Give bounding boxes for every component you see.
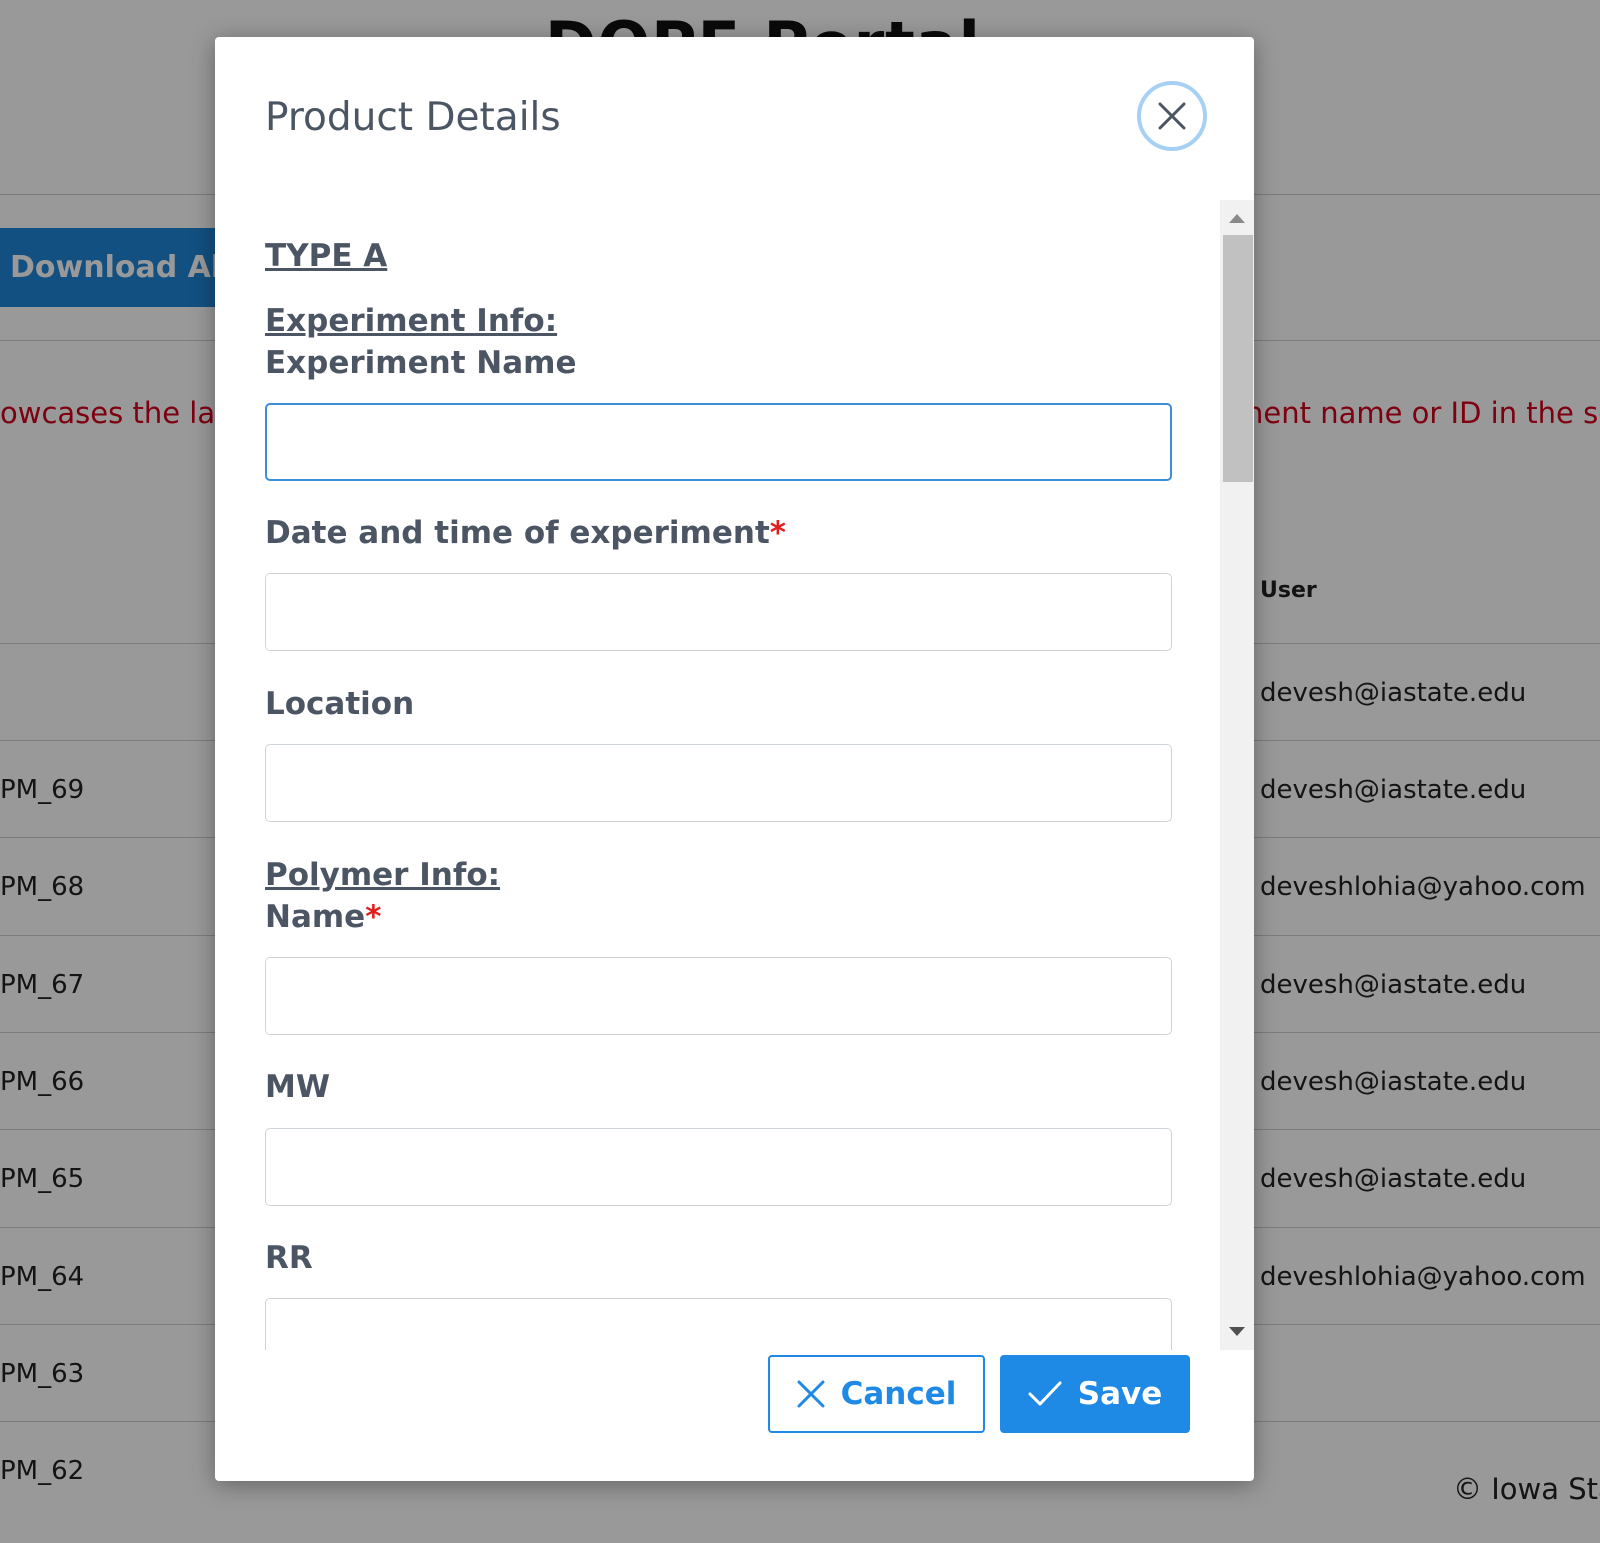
location-label-text: Location: [265, 686, 415, 722]
polymer-info-heading: Polymer Info:: [265, 857, 501, 893]
datetime-label-text: Date and time of experiment: [265, 515, 770, 551]
datetime-label: Date and time of experiment*: [265, 515, 786, 551]
cancel-label: Cancel: [840, 1376, 957, 1412]
scroll-down-arrow-icon[interactable]: [1229, 1327, 1245, 1336]
polymer-name-label: Name*: [265, 899, 381, 935]
type-heading: TYPE A: [265, 238, 388, 274]
form-scrollbar[interactable]: [1220, 200, 1254, 1350]
mw-label: MW: [265, 1069, 330, 1105]
mw-input[interactable]: [265, 1128, 1172, 1206]
close-icon: [1158, 102, 1186, 130]
required-marker: *: [769, 515, 786, 551]
mw-label-text: MW: [265, 1069, 331, 1105]
form-scroll-area[interactable]: TYPE A Experiment Info: Experiment Name …: [265, 200, 1215, 1350]
polymer-name-label-text: Name: [265, 899, 366, 935]
required-marker: *: [365, 899, 382, 935]
dialog-title: Product Details: [265, 95, 561, 140]
save-label: Save: [1077, 1376, 1163, 1412]
experiment-name-label: Experiment Name: [265, 345, 577, 381]
location-input[interactable]: [265, 744, 1172, 822]
product-details-dialog: Product Details TYPE A Experiment Info: …: [215, 37, 1254, 1481]
location-label: Location: [265, 686, 414, 722]
save-button[interactable]: Save: [1000, 1355, 1190, 1433]
polymer-name-input[interactable]: [265, 957, 1172, 1035]
datetime-input[interactable]: [265, 573, 1172, 651]
rr-label-text: RR: [265, 1240, 313, 1276]
rr-input[interactable]: [265, 1298, 1172, 1350]
cancel-button[interactable]: Cancel: [768, 1355, 985, 1433]
experiment-info-heading: Experiment Info:: [265, 303, 558, 339]
scroll-up-arrow-icon[interactable]: [1229, 214, 1245, 223]
experiment-name-input[interactable]: [265, 403, 1172, 481]
check-icon: [1028, 1381, 1062, 1406]
scrollbar-thumb[interactable]: [1223, 235, 1253, 482]
rr-label: RR: [265, 1240, 313, 1276]
experiment-name-label-text: Experiment Name: [265, 345, 577, 381]
close-button[interactable]: [1137, 81, 1207, 151]
x-icon: [797, 1380, 825, 1408]
